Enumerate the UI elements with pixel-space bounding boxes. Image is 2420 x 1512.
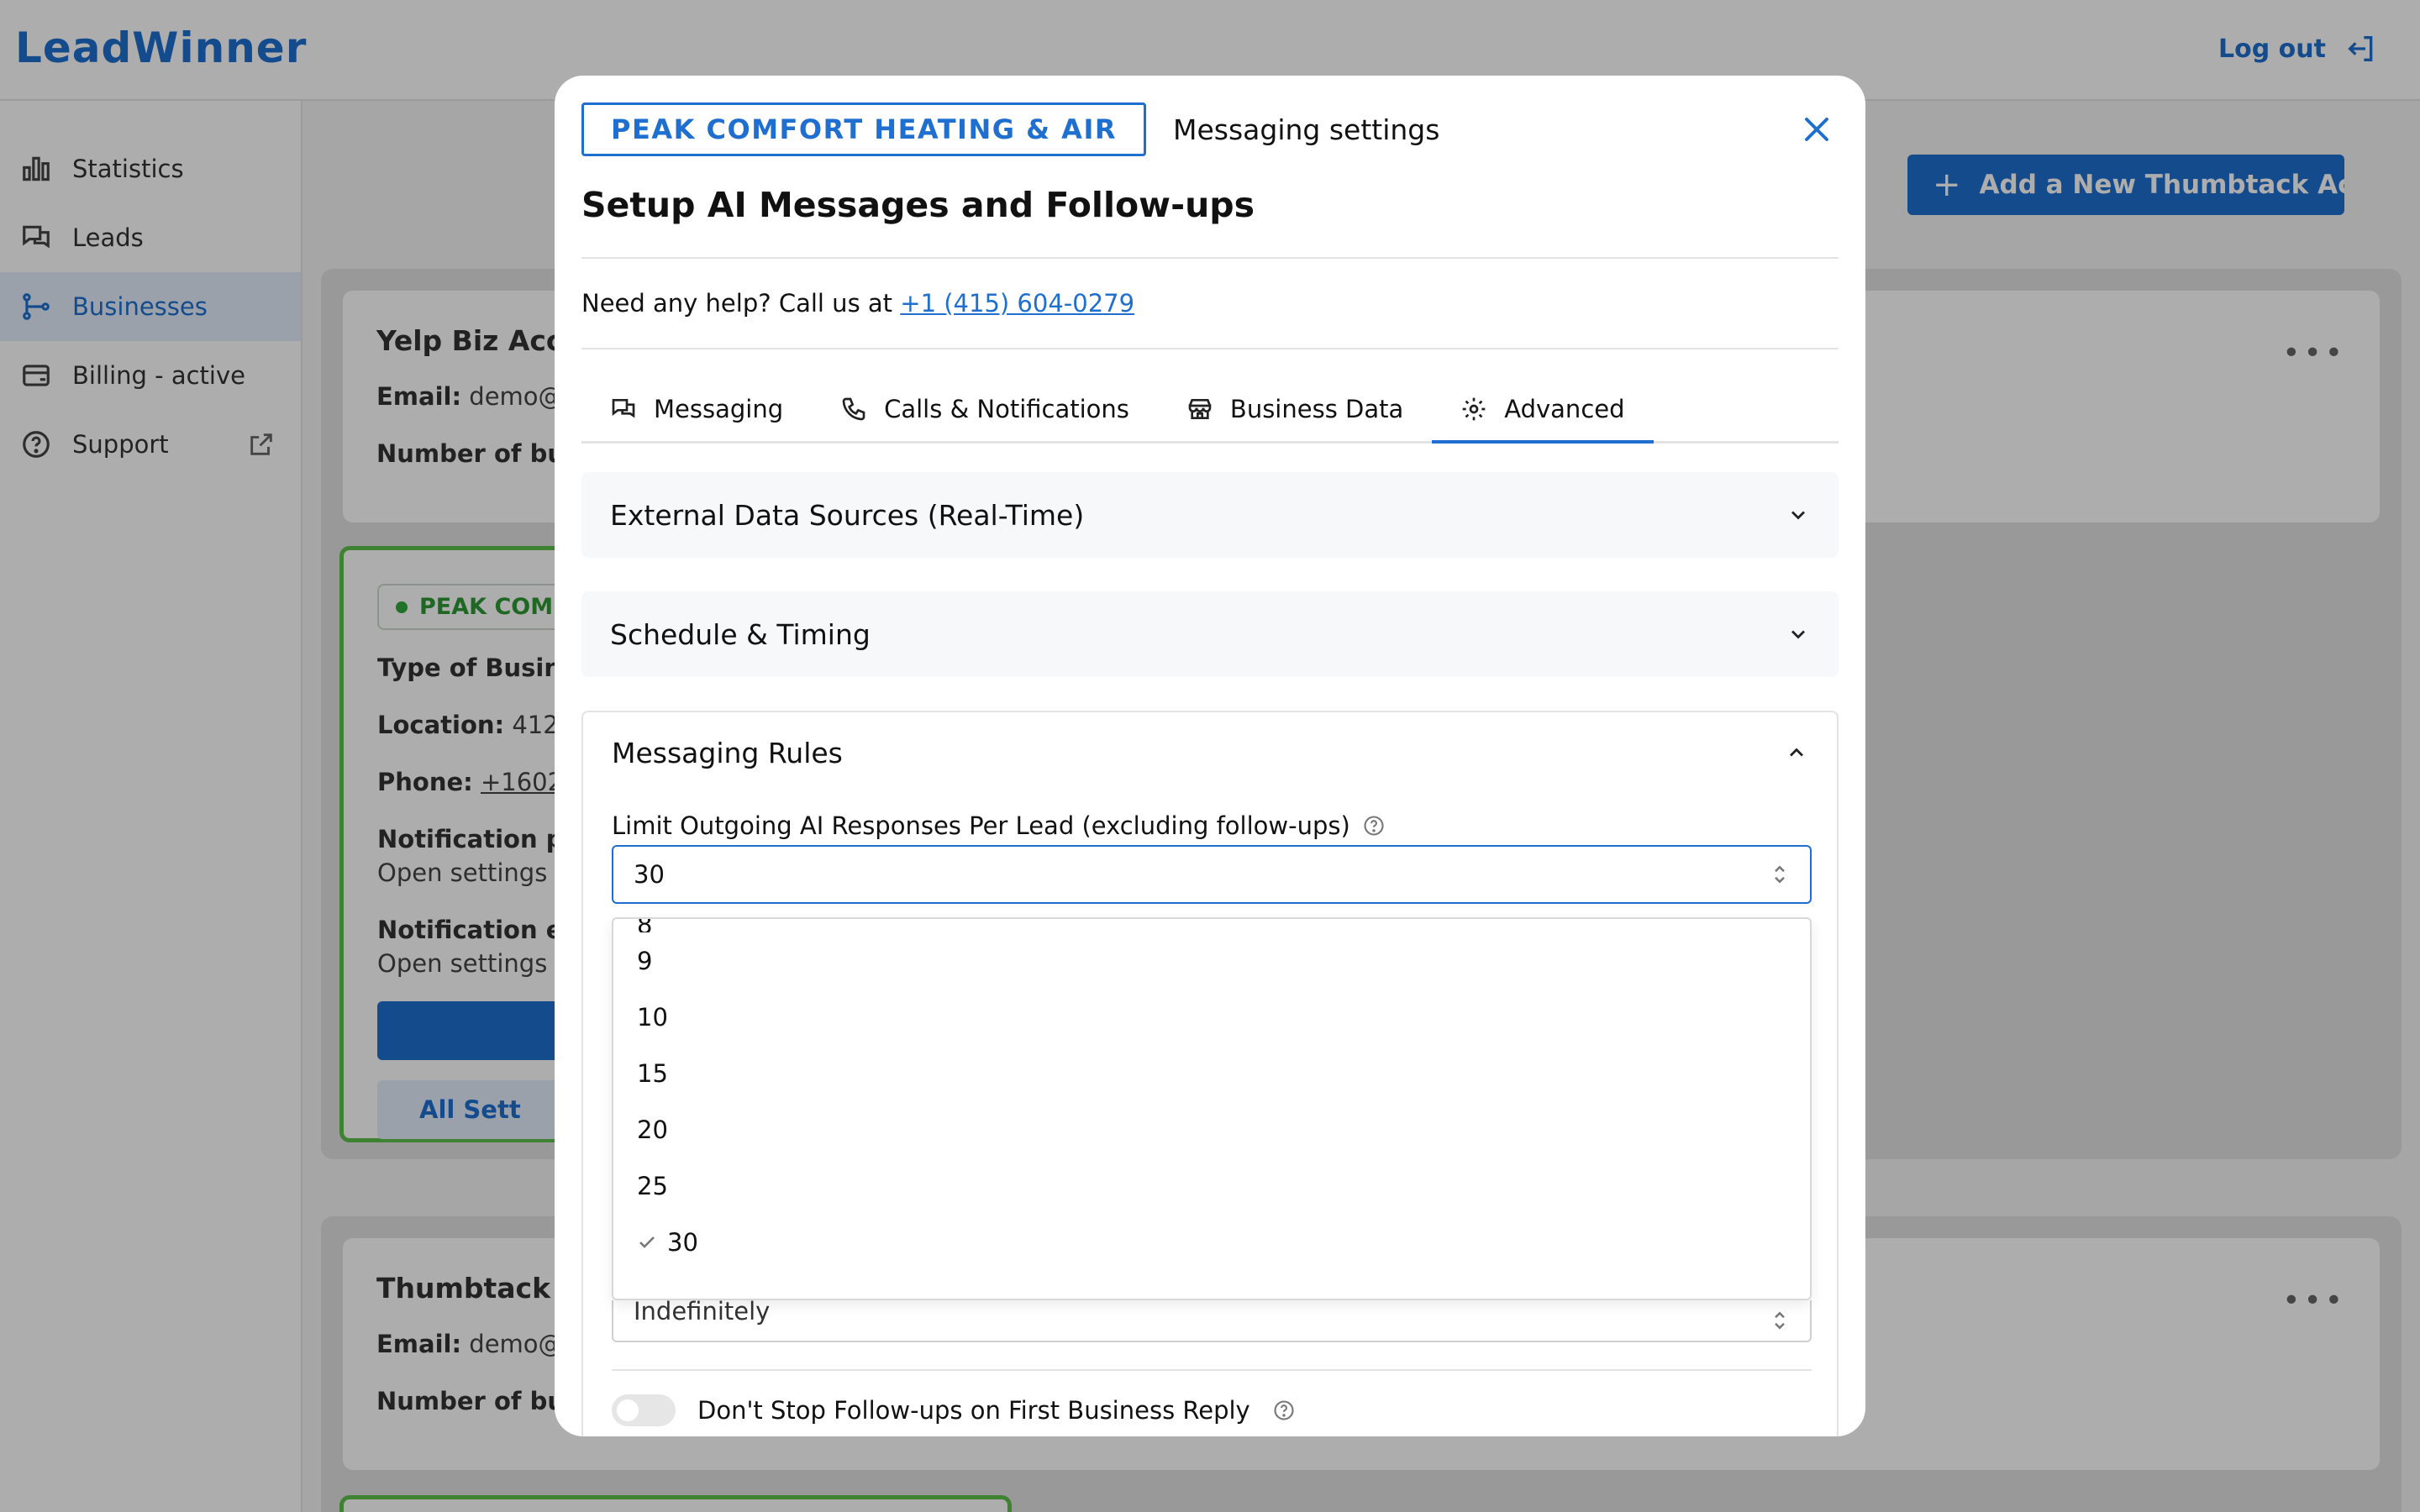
- chevron-updown-icon: [1775, 865, 1785, 884]
- help-line: Need any help? Call us at +1 (415) 604-0…: [581, 259, 1839, 348]
- dropdown-option[interactable]: 25: [613, 1158, 1810, 1214]
- dropdown-option[interactable]: 15: [613, 1045, 1810, 1101]
- store-icon: [1188, 399, 1212, 419]
- tab-calls-notifications[interactable]: Calls & Notifications: [812, 377, 1158, 441]
- limit-options-dropdown: 8 9 10 15 20 25 30: [612, 917, 1812, 1300]
- dont-stop-followups-toggle[interactable]: [612, 1394, 676, 1426]
- chevron-up-icon: [1790, 748, 1803, 757]
- tab-business-data[interactable]: Business Data: [1158, 377, 1432, 441]
- accordion-title: External Data Sources (Real-Time): [610, 498, 1085, 532]
- settings-modal: PEAK COMFORT HEATING & AIR Messaging set…: [555, 76, 1865, 1436]
- tab-label: Business Data: [1229, 395, 1404, 423]
- checkmark-icon: [637, 1232, 657, 1252]
- accordion-header[interactable]: Messaging Rules: [583, 712, 1837, 793]
- tab-bar: Messaging Calls & Notifications Business…: [581, 349, 1839, 444]
- accordion-title: Schedule & Timing: [610, 617, 871, 651]
- close-button[interactable]: [1798, 111, 1835, 148]
- dropdown-option[interactable]: 20: [613, 1101, 1810, 1158]
- followup-duration-select[interactable]: Indefinitely: [612, 1300, 1812, 1342]
- chevron-down-icon: [1791, 511, 1805, 520]
- accordion-messaging-rules: Messaging Rules Limit Outgoing AI Respon…: [581, 711, 1839, 1436]
- option-label: 15: [637, 1058, 668, 1088]
- option-label: 25: [637, 1171, 668, 1200]
- tab-messaging[interactable]: Messaging: [581, 377, 812, 441]
- accordion-external-data[interactable]: External Data Sources (Real-Time): [581, 472, 1839, 558]
- limit-responses-select[interactable]: 30: [612, 845, 1812, 904]
- dropdown-option[interactable]: 8: [613, 919, 1810, 932]
- tab-label: Advanced: [1504, 395, 1625, 423]
- modal-header: PEAK COMFORT HEATING & AIR Messaging set…: [581, 102, 1839, 156]
- help-circle-icon[interactable]: [1272, 1399, 1296, 1422]
- close-icon: [1805, 118, 1828, 141]
- option-label: 20: [637, 1115, 668, 1144]
- accordion-schedule-timing[interactable]: Schedule & Timing: [581, 591, 1839, 677]
- business-name-badge: PEAK COMFORT HEATING & AIR: [581, 102, 1146, 156]
- toggle-label: Don't Stop Follow-ups on First Business …: [697, 1396, 1250, 1425]
- help-circle-icon[interactable]: [1362, 814, 1386, 837]
- dropdown-option-selected[interactable]: 30: [613, 1214, 1810, 1270]
- tab-advanced[interactable]: Advanced: [1432, 377, 1654, 444]
- gear-icon: [1462, 397, 1486, 421]
- modal-header-label: Messaging settings: [1172, 113, 1440, 146]
- option-label: 30: [667, 1227, 698, 1257]
- option-label: 9: [637, 946, 653, 975]
- tab-label: Messaging: [654, 395, 784, 423]
- option-label: 8: [637, 919, 652, 932]
- limit-responses-label: Limit Outgoing AI Responses Per Lead (ex…: [612, 811, 1386, 840]
- chevron-updown-icon: [1775, 1311, 1785, 1330]
- dont-stop-followups-row: Don't Stop Follow-ups on First Business …: [612, 1394, 1296, 1426]
- dropdown-option[interactable]: 9: [613, 932, 1810, 989]
- divider: [612, 1369, 1812, 1371]
- chat-icon: [612, 399, 635, 418]
- accordion-title: Messaging Rules: [612, 736, 843, 769]
- tab-label: Calls & Notifications: [884, 395, 1129, 423]
- select-value: 30: [634, 860, 665, 889]
- chevron-down-icon: [1791, 630, 1805, 639]
- modal-title: Setup AI Messages and Follow-ups: [581, 185, 1255, 225]
- help-phone-link[interactable]: +1 (415) 604-0279: [900, 289, 1134, 318]
- option-label: 10: [637, 1002, 668, 1032]
- phone-icon: [842, 397, 865, 421]
- limit-label-text: Limit Outgoing AI Responses Per Lead (ex…: [612, 811, 1350, 840]
- help-text: Need any help? Call us at: [581, 289, 901, 318]
- select-value: Indefinitely: [634, 1300, 771, 1326]
- dropdown-option[interactable]: 10: [613, 989, 1810, 1045]
